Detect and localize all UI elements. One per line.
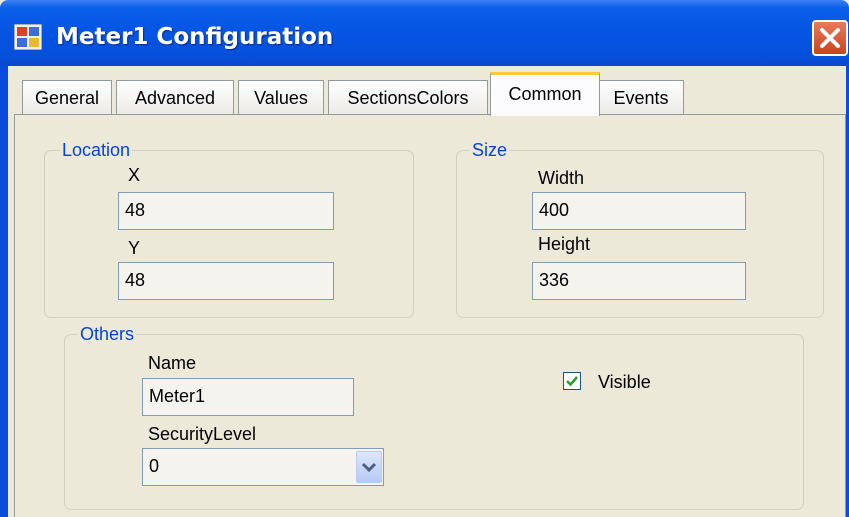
name-label: Name — [148, 353, 197, 373]
close-icon — [820, 28, 840, 48]
security-level-select[interactable]: 0 — [142, 448, 384, 486]
y-label: Y — [128, 238, 141, 258]
security-level-value: 0 — [149, 456, 160, 476]
location-legend: Location — [60, 140, 133, 160]
height-label: Height — [538, 234, 591, 254]
close-button[interactable] — [812, 20, 848, 56]
tab-sectionscolors[interactable]: SectionsColors — [328, 80, 488, 114]
y-input[interactable]: 48 — [118, 262, 334, 300]
tab-advanced[interactable]: Advanced — [116, 80, 234, 114]
x-input[interactable]: 48 — [118, 192, 334, 230]
window-title: Meter1 Configuration — [56, 24, 334, 50]
visible-label[interactable]: Visible — [598, 372, 651, 392]
security-level-dropdown-button[interactable] — [356, 451, 382, 483]
width-label: Width — [538, 168, 585, 188]
security-level-label: SecurityLevel — [148, 424, 257, 444]
size-legend: Size — [470, 140, 510, 160]
height-input[interactable]: 336 — [532, 262, 746, 300]
checkmark-icon — [566, 376, 578, 387]
chevron-down-icon — [361, 462, 377, 473]
tab-values[interactable]: Values — [238, 80, 324, 114]
others-legend: Others — [78, 324, 137, 344]
tab-general[interactable]: General — [22, 80, 112, 114]
title-bar[interactable]: Meter1 Configuration — [0, 0, 849, 66]
x-label: X — [128, 165, 141, 185]
tab-common[interactable]: Common — [490, 72, 600, 116]
tab-events[interactable]: Events — [598, 80, 684, 114]
window-frame-left — [0, 66, 8, 517]
width-input[interactable]: 400 — [532, 192, 746, 230]
name-input[interactable]: Meter1 — [142, 378, 354, 416]
window-app-icon — [14, 24, 42, 50]
visible-checkbox[interactable] — [563, 372, 581, 390]
